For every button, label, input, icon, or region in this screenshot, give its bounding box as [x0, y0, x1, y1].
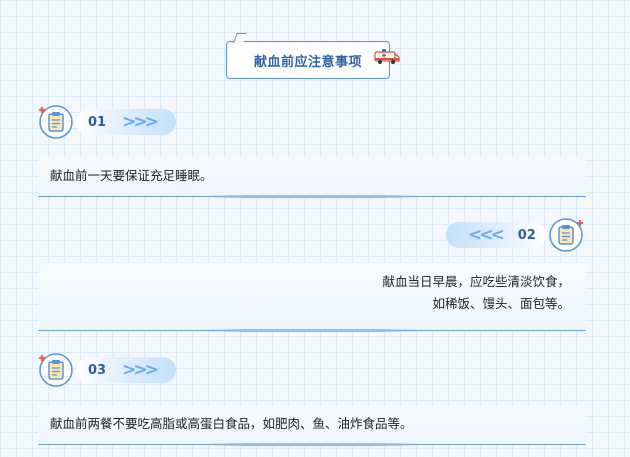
step-card-03: 献血前两餐不要吃高脂或高蛋白食品，如肥肉、鱼、油炸食品等。 [38, 405, 586, 446]
clipboard-icon [549, 218, 583, 252]
clipboard-icon [39, 353, 73, 387]
step-header-02: <<< 02 [446, 218, 586, 252]
page: 献血前应注意事项 01 >>> 献血前一天要保证充足睡眠。 <<< 02 献血当… [0, 0, 630, 457]
arrow-right-icon: >>> [122, 112, 159, 132]
card-highlight [202, 329, 422, 332]
page-title: 献血前应注意事项 [253, 54, 362, 70]
step-number: 01 [88, 114, 107, 130]
step-card-01: 献血前一天要保证充足睡眠。 [38, 157, 586, 198]
step-text: 献血前一天要保证充足睡眠。 [50, 168, 213, 183]
card-highlight [202, 443, 422, 446]
step-header-03: 03 >>> [38, 353, 188, 387]
step-number: 02 [517, 227, 536, 243]
step-header-01: 01 >>> [38, 105, 188, 139]
ambulance-icon [374, 49, 400, 64]
step-text: 献血当日早晨，应吃些清淡饮食， [382, 274, 570, 289]
card-highlight [202, 195, 422, 198]
clipboard-icon [39, 105, 73, 139]
arrow-right-icon: >>> [122, 360, 159, 380]
title-badge: 献血前应注意事项 [226, 33, 400, 79]
step-number: 03 [88, 362, 107, 378]
step-text: 如稀饭、馒头、面包等。 [432, 296, 570, 311]
title-notch [233, 33, 247, 43]
step-pill-02: <<< 02 [446, 222, 546, 248]
step-card-02: 献血当日早晨，应吃些清淡饮食， 如稀饭、馒头、面包等。 [38, 263, 586, 332]
step-text: 献血前两餐不要吃高脂或高蛋白食品，如肥肉、鱼、油炸食品等。 [50, 416, 413, 431]
step-pill-01: 01 >>> [76, 109, 176, 135]
step-pill-03: 03 >>> [76, 357, 176, 383]
arrow-left-icon: <<< [468, 225, 505, 245]
